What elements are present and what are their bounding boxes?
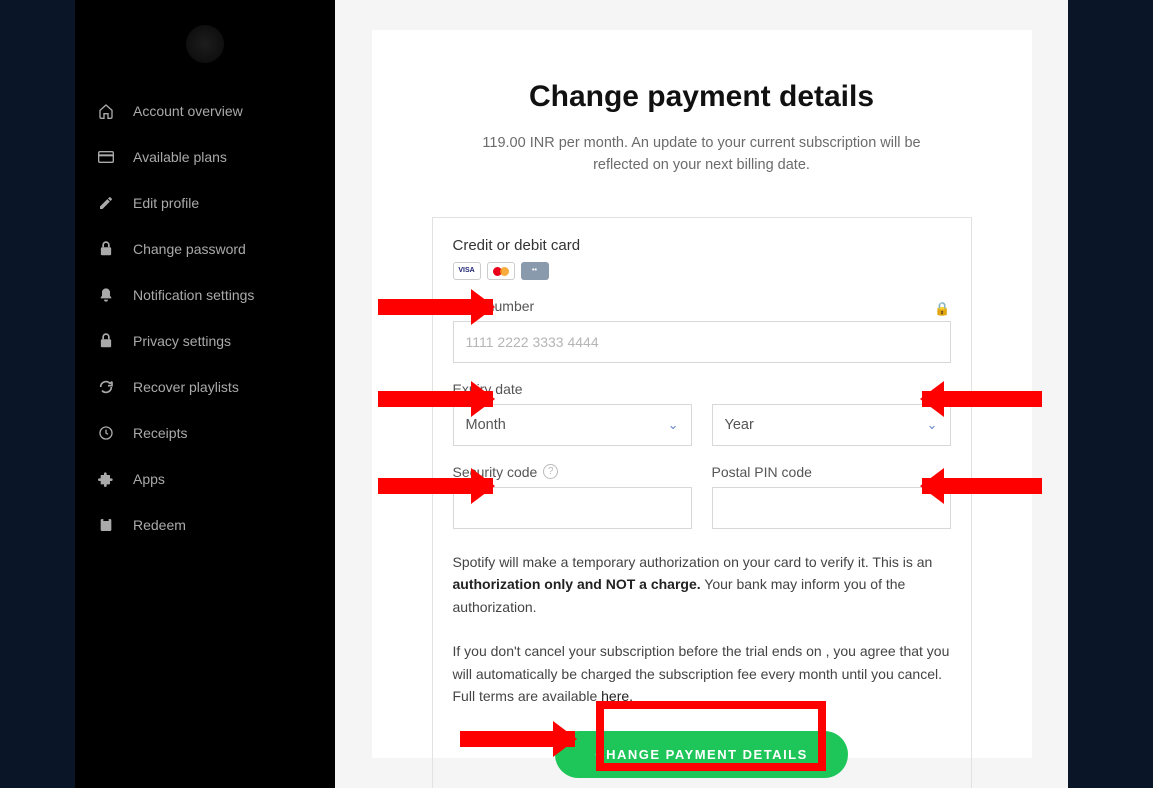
payment-form: Credit or debit card VISA •• Card number… <box>432 217 972 788</box>
terms-link[interactable]: here. <box>601 688 633 704</box>
sidebar-item-label: Available plans <box>133 149 227 165</box>
sidebar-item-label: Recover playlists <box>133 379 239 395</box>
sidebar-item-apps[interactable]: Apps <box>75 456 335 502</box>
annotation-arrow <box>378 299 493 315</box>
sidebar-item-label: Account overview <box>133 103 243 119</box>
clock-icon <box>97 424 115 442</box>
sidebar-item-account-overview[interactable]: Account overview <box>75 88 335 134</box>
refresh-icon <box>97 378 115 396</box>
sidebar-item-edit-profile[interactable]: Edit profile <box>75 180 335 226</box>
bell-icon <box>97 286 115 304</box>
postal-label: Postal PIN code <box>712 464 951 480</box>
card-section-label: Credit or debit card <box>453 237 951 254</box>
visa-icon: VISA <box>453 262 481 280</box>
expiry-month-value: Month <box>466 417 506 433</box>
sidebar-item-redeem[interactable]: Redeem <box>75 502 335 548</box>
chevron-down-icon: ⌄ <box>668 417 679 433</box>
sidebar-item-label: Apps <box>133 471 165 487</box>
home-icon <box>97 102 115 120</box>
pencil-icon <box>97 194 115 212</box>
sidebar-item-change-password[interactable]: Change password <box>75 226 335 272</box>
card-logos: VISA •• <box>453 262 951 280</box>
sidebar-item-receipts[interactable]: Receipts <box>75 410 335 456</box>
sidebar-item-notification-settings[interactable]: Notification settings <box>75 272 335 318</box>
help-icon[interactable]: ? <box>543 464 558 479</box>
annotation-arrow <box>460 731 575 747</box>
annotation-arrow <box>378 478 493 494</box>
sidebar-item-available-plans[interactable]: Available plans <box>75 134 335 180</box>
authorization-disclosure: Spotify will make a temporary authorizat… <box>453 551 951 618</box>
expiry-year-value: Year <box>725 417 754 433</box>
lock-icon: 🔒 <box>934 301 950 317</box>
expiry-year-select[interactable]: Year ⌄ <box>712 404 951 446</box>
chevron-down-icon: ⌄ <box>927 417 938 433</box>
puzzle-icon <box>97 470 115 488</box>
sidebar-item-label: Redeem <box>133 517 186 533</box>
annotation-arrow <box>922 478 1042 494</box>
sidebar-item-recover-playlists[interactable]: Recover playlists <box>75 364 335 410</box>
avatar-slot <box>75 10 335 88</box>
card-number-input[interactable] <box>453 321 951 363</box>
expiry-label: Expiry date <box>453 381 951 397</box>
sidebar-item-label: Notification settings <box>133 287 254 303</box>
lock-icon <box>97 240 115 258</box>
avatar[interactable] <box>186 25 224 63</box>
sidebar-item-privacy-settings[interactable]: Privacy settings <box>75 318 335 364</box>
sidebar-item-label: Edit profile <box>133 195 199 211</box>
mastercard-icon <box>487 262 515 280</box>
annotation-arrow <box>378 391 493 407</box>
card-icon <box>97 148 115 166</box>
sidebar-item-label: Privacy settings <box>133 333 231 349</box>
sidebar-item-label: Receipts <box>133 425 187 441</box>
page-title: Change payment details <box>432 80 972 114</box>
postal-input[interactable] <box>712 487 951 529</box>
terms-disclosure: If you don't cancel your subscription be… <box>453 640 951 707</box>
lock-icon <box>97 332 115 350</box>
rupay-icon: •• <box>521 262 549 280</box>
change-payment-button[interactable]: CHANGE PAYMENT DETAILS <box>555 731 848 778</box>
page-subtitle: 119.00 INR per month. An update to your … <box>482 132 922 177</box>
sidebar: Account overview Available plans Edit pr… <box>75 0 335 788</box>
annotation-arrow <box>922 391 1042 407</box>
sidebar-item-label: Change password <box>133 241 246 257</box>
ticket-icon <box>97 516 115 534</box>
